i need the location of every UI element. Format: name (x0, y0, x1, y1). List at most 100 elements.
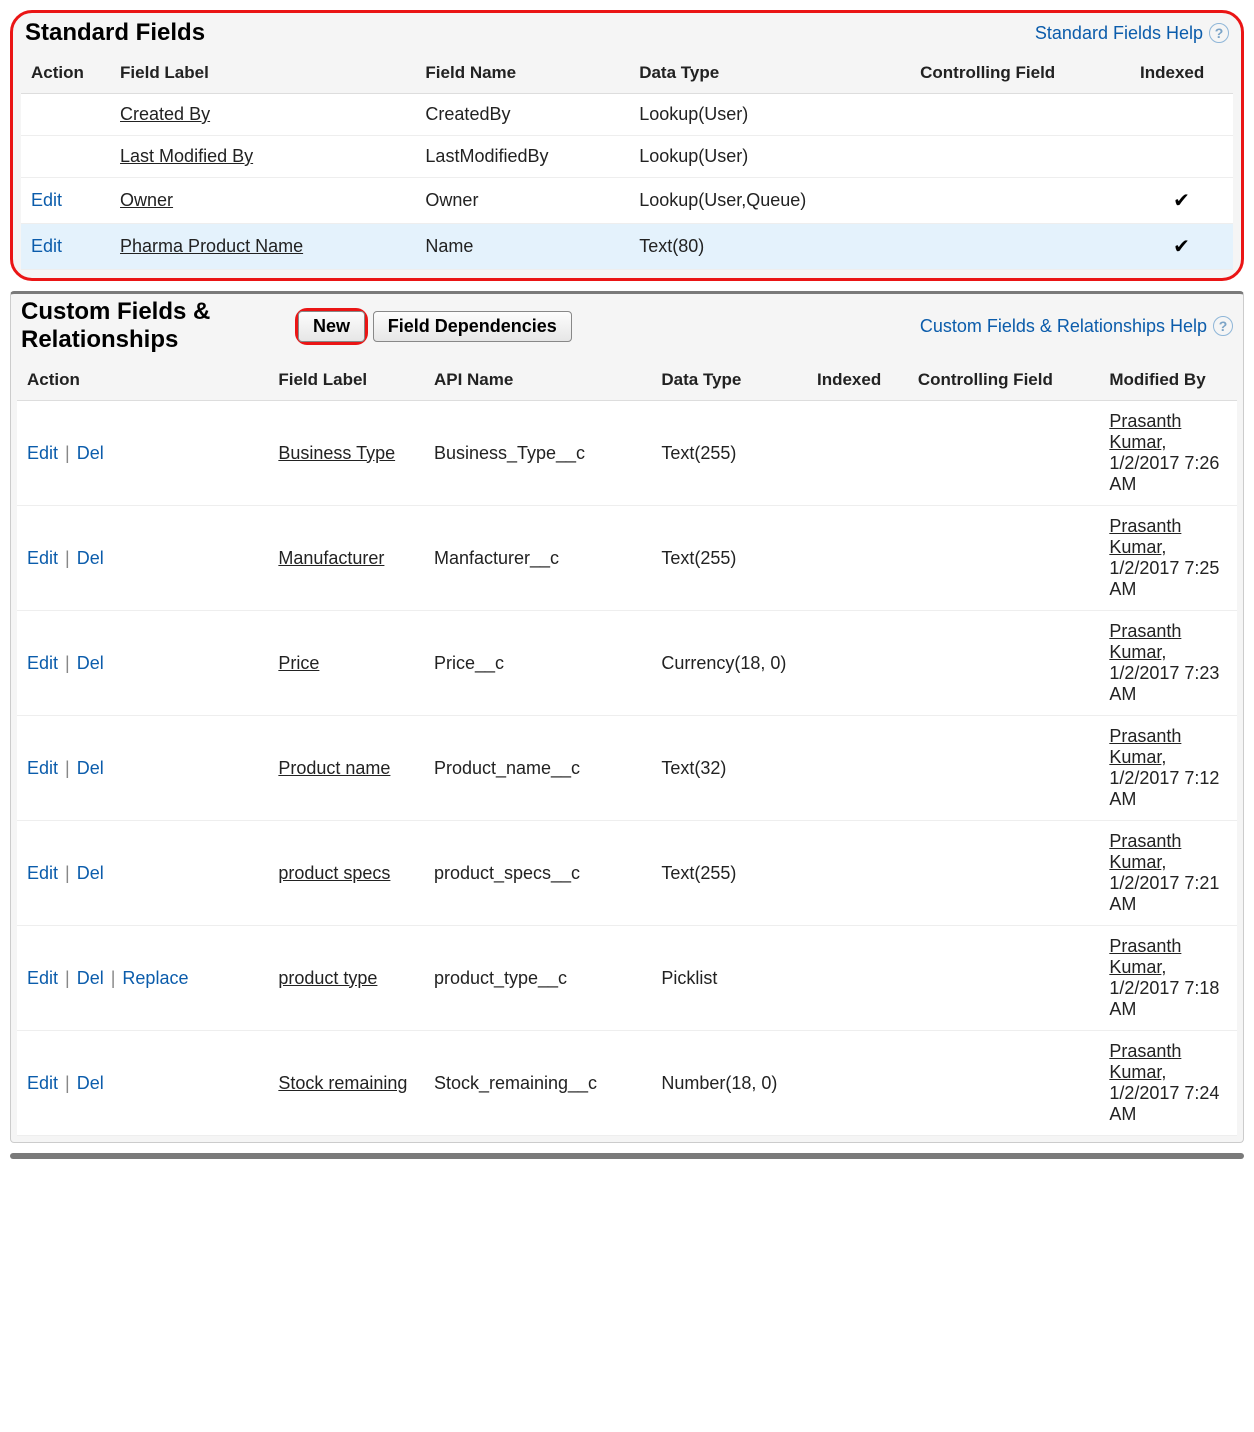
api-name: Price__c (424, 611, 651, 716)
api-name: Stock_remaining__c (424, 1031, 651, 1136)
controlling-field (910, 136, 1130, 178)
check-icon: ✔ (1173, 190, 1190, 212)
api-name: product_type__c (424, 926, 651, 1031)
table-row: Last Modified ByLastModifiedByLookup(Use… (21, 136, 1233, 178)
field-label-link[interactable]: Created By (120, 104, 210, 124)
modified-by-link[interactable]: Prasanth Kumar (1109, 516, 1181, 557)
field-label-link[interactable]: Owner (120, 190, 173, 210)
indexed-cell: ✔ (1130, 178, 1233, 224)
help-icon: ? (1213, 316, 1233, 336)
api-name: Manfacturer__c (424, 506, 651, 611)
edit-link[interactable]: Edit (27, 548, 58, 568)
del-link[interactable]: Del (77, 443, 104, 463)
field-label-link[interactable]: Price (278, 653, 319, 673)
del-link[interactable]: Del (77, 968, 104, 988)
standard-fields-help-label: Standard Fields Help (1035, 23, 1203, 44)
new-button[interactable]: New (298, 311, 365, 342)
controlling-field (908, 821, 1100, 926)
del-link[interactable]: Del (77, 758, 104, 778)
field-label-link[interactable]: Product name (278, 758, 390, 778)
del-link[interactable]: Del (77, 1073, 104, 1093)
col-label: Field Label (268, 360, 424, 401)
field-dependencies-button[interactable]: Field Dependencies (373, 311, 572, 342)
indexed-cell: ✔ (1130, 224, 1233, 270)
col-name: Field Name (415, 53, 629, 94)
table-row: Edit | Del | Replaceproduct typeproduct_… (17, 926, 1237, 1031)
modified-by-link[interactable]: Prasanth Kumar (1109, 726, 1181, 767)
modified-by-link[interactable]: Prasanth Kumar (1109, 831, 1181, 872)
edit-link[interactable]: Edit (27, 863, 58, 883)
edit-link[interactable]: Edit (31, 236, 62, 256)
data-type: Lookup(User) (629, 94, 910, 136)
api-name: Business_Type__c (424, 401, 651, 506)
data-type: Text(255) (651, 506, 807, 611)
edit-link[interactable]: Edit (27, 653, 58, 673)
help-icon: ? (1209, 23, 1229, 43)
controlling-field (910, 178, 1130, 224)
custom-fields-panel: Custom Fields & Relationships New Field … (10, 291, 1244, 1143)
bottom-separator (10, 1153, 1244, 1159)
field-label-link[interactable]: Stock remaining (278, 1073, 407, 1093)
indexed-cell (807, 611, 908, 716)
standard-fields-table: Action Field Label Field Name Data Type … (21, 53, 1233, 270)
modified-by-link[interactable]: Prasanth Kumar (1109, 1041, 1181, 1082)
edit-link[interactable]: Edit (27, 758, 58, 778)
table-row: Edit | DelProduct nameProduct_name__cTex… (17, 716, 1237, 821)
controlling-field (910, 94, 1130, 136)
standard-fields-help-link[interactable]: Standard Fields Help ? (1035, 23, 1229, 44)
indexed-cell (807, 506, 908, 611)
col-type: Data Type (629, 53, 910, 94)
field-name: Name (415, 224, 629, 270)
table-row: Edit | DelBusiness TypeBusiness_Type__cT… (17, 401, 1237, 506)
edit-link[interactable]: Edit (31, 190, 62, 210)
edit-link[interactable]: Edit (27, 968, 58, 988)
field-label-link[interactable]: Pharma Product Name (120, 236, 303, 256)
del-link[interactable]: Del (77, 863, 104, 883)
indexed-cell (807, 716, 908, 821)
field-name: CreatedBy (415, 94, 629, 136)
col-action: Action (17, 360, 268, 401)
controlling-field (910, 224, 1130, 270)
indexed-cell (807, 926, 908, 1031)
col-indexed: Indexed (1130, 53, 1233, 94)
data-type: Text(255) (651, 821, 807, 926)
controlling-field (908, 926, 1100, 1031)
controlling-field (908, 716, 1100, 821)
field-label-link[interactable]: product specs (278, 863, 390, 883)
data-type: Lookup(User,Queue) (629, 178, 910, 224)
custom-fields-title: Custom Fields & Relationships (21, 298, 281, 354)
controlling-field (908, 506, 1100, 611)
col-label: Field Label (110, 53, 415, 94)
standard-fields-panel: Standard Fields Standard Fields Help ? A… (10, 10, 1244, 281)
field-label-link[interactable]: Business Type (278, 443, 395, 463)
del-link[interactable]: Del (77, 653, 104, 673)
field-label-link[interactable]: Manufacturer (278, 548, 384, 568)
modified-by-link[interactable]: Prasanth Kumar (1109, 621, 1181, 662)
table-row: EditOwnerOwnerLookup(User,Queue)✔ (21, 178, 1233, 224)
modified-by-link[interactable]: Prasanth Kumar (1109, 936, 1181, 977)
standard-fields-title: Standard Fields (25, 19, 205, 47)
api-name: product_specs__c (424, 821, 651, 926)
api-name: Product_name__c (424, 716, 651, 821)
indexed-cell (807, 1031, 908, 1136)
col-indexed: Indexed (807, 360, 908, 401)
indexed-cell (807, 821, 908, 926)
edit-link[interactable]: Edit (27, 1073, 58, 1093)
col-modified: Modified By (1099, 360, 1237, 401)
col-action: Action (21, 53, 110, 94)
del-link[interactable]: Del (77, 548, 104, 568)
col-api: API Name (424, 360, 651, 401)
table-row: Edit | DelPricePrice__cCurrency(18, 0)Pr… (17, 611, 1237, 716)
edit-link[interactable]: Edit (27, 443, 58, 463)
col-type: Data Type (651, 360, 807, 401)
indexed-cell (1130, 136, 1233, 178)
data-type: Number(18, 0) (651, 1031, 807, 1136)
field-label-link[interactable]: Last Modified By (120, 146, 253, 166)
data-type: Text(80) (629, 224, 910, 270)
table-row: Edit | Delproduct specsproduct_specs__cT… (17, 821, 1237, 926)
replace-link[interactable]: Replace (122, 968, 188, 988)
field-label-link[interactable]: product type (278, 968, 377, 988)
modified-by-link[interactable]: Prasanth Kumar (1109, 411, 1181, 452)
custom-fields-table: Action Field Label API Name Data Type In… (17, 360, 1237, 1136)
custom-fields-help-link[interactable]: Custom Fields & Relationships Help ? (920, 316, 1233, 337)
